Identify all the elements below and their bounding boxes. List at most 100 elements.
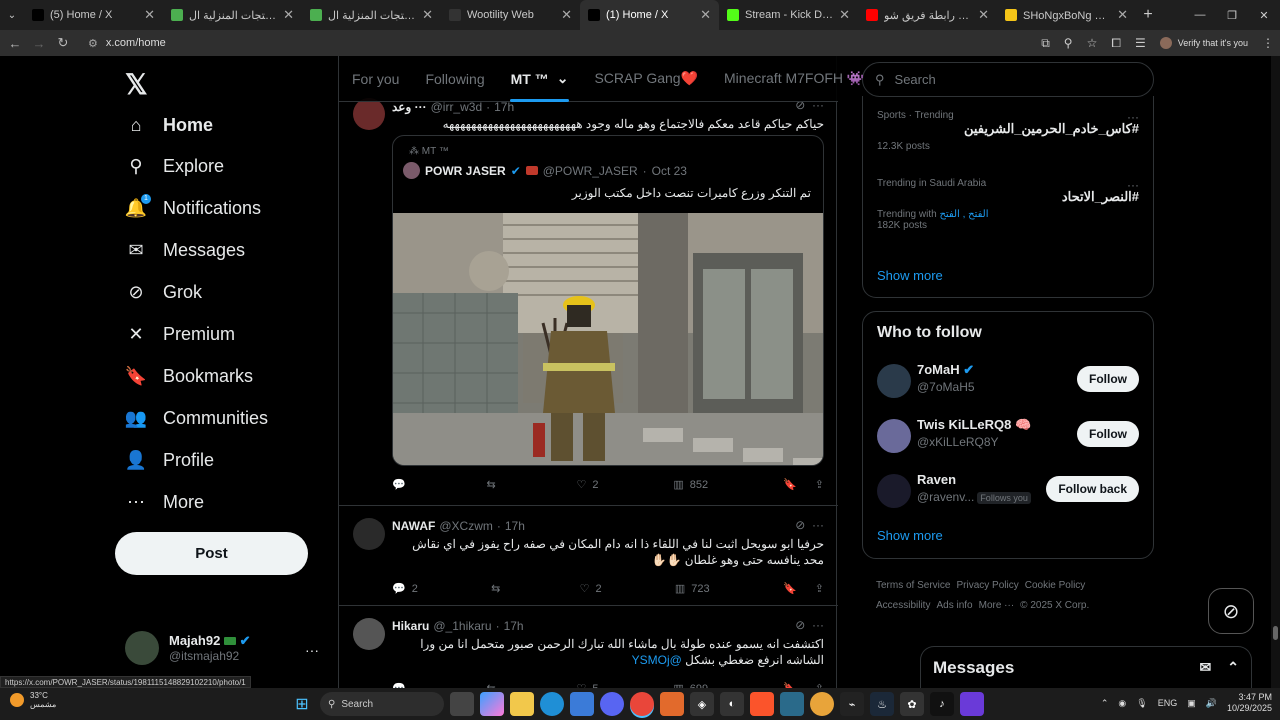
reply-button[interactable]: 💬 2	[392, 582, 418, 596]
browser-tab[interactable]: Stream - Kick Dashboard ✕	[719, 0, 858, 30]
footer-link[interactable]: Terms of Service	[876, 580, 950, 591]
footer-link[interactable]: © 2025 X Corp.	[1020, 600, 1089, 611]
volume-icon[interactable]: 🔊	[1206, 698, 1217, 709]
post-time[interactable]: 17h	[505, 519, 525, 533]
grok-icon[interactable]: ⊘	[795, 518, 805, 532]
browser-tab[interactable]: (1) Home / X ✕	[580, 0, 719, 30]
app-icon[interactable]	[810, 692, 834, 716]
quoted-post[interactable]: ⁂ MT ™ POWR JASER ✔ @POWR_JASER · Oct 23…	[392, 135, 824, 466]
browser-tab[interactable]: (5) Home / X ✕	[24, 0, 163, 30]
post-menu-icon[interactable]: ···	[812, 618, 824, 632]
like-button[interactable]: ♡ 2	[577, 478, 599, 492]
tray-chevron-icon[interactable]: ⌃	[1101, 698, 1109, 709]
new-message-icon[interactable]: ✉	[1200, 659, 1212, 676]
brave-icon[interactable]	[750, 692, 774, 716]
post-author-name[interactable]: NAWAF	[392, 519, 435, 533]
app-icon[interactable]: ◈	[690, 692, 714, 716]
expand-icon[interactable]: ⌃	[1227, 659, 1239, 676]
post-author-handle[interactable]: @_1hikaru	[433, 619, 491, 633]
reply-button[interactable]: 💬	[392, 478, 412, 491]
browser-tab[interactable]: اكتشف المنتجات المنزلية ال ✕	[302, 0, 441, 30]
sidebar-item-bookmarks[interactable]: 🔖 Bookmarks	[125, 365, 253, 387]
close-tab-icon[interactable]: ✕	[144, 7, 155, 23]
page-scrollbar[interactable]	[1271, 56, 1280, 688]
trend-item[interactable]: Sports · Trending #كاس_خادم_الحرمين_الشر…	[877, 110, 1139, 152]
sidebar-item-notifications[interactable]: 🔔 1 Notifications	[125, 193, 261, 220]
avatar[interactable]	[353, 98, 385, 130]
discord-icon[interactable]	[600, 692, 624, 716]
grok-fab-button[interactable]: ⊘	[1208, 588, 1254, 634]
post[interactable]: وعد ··· @irr_w3d · 17h ⊘ ··· حياكم حياكم…	[339, 92, 838, 506]
copilot-icon[interactable]	[480, 692, 504, 716]
follow-suggestion[interactable]: Twis KiLLeRQ8 🧠 @xKiLLeRQ8Y Follow	[877, 417, 1139, 457]
file-explorer-icon[interactable]	[510, 692, 534, 716]
avatar[interactable]	[877, 474, 911, 508]
views-button[interactable]: ▥ 852	[673, 478, 708, 492]
sidebar-item-communities[interactable]: 👥 Communities	[125, 407, 268, 429]
tab-active-list[interactable]: MT ™ ⌄	[498, 56, 582, 102]
new-tab-button[interactable]: +	[1136, 6, 1160, 24]
footer-link[interactable]: More ···	[979, 600, 1015, 611]
follow-suggestion[interactable]: Raven @ravenv... Follows you Follow back	[877, 472, 1139, 512]
app-icon[interactable]	[780, 692, 804, 716]
sidebar-item-more[interactable]: ⋯ More	[125, 491, 204, 513]
avatar[interactable]	[353, 618, 385, 650]
network-icon[interactable]: ▣	[1187, 698, 1196, 709]
app-icon[interactable]: ⌁	[840, 692, 864, 716]
back-button[interactable]: ←	[3, 36, 27, 51]
install-app-icon[interactable]: ⧉	[1041, 36, 1050, 51]
close-window-button[interactable]: ✕	[1248, 0, 1280, 30]
extensions-icon[interactable]: ⧠	[1111, 36, 1121, 51]
bookmark-star-icon[interactable]: ☆	[1087, 36, 1098, 50]
post-author-handle[interactable]: @irr_w3d	[431, 100, 483, 114]
tab-search-button[interactable]: ⌄	[0, 0, 24, 30]
site-info-icon[interactable]: ⚙	[88, 37, 98, 50]
store-icon[interactable]	[570, 692, 594, 716]
tab-timeline[interactable]: Following	[412, 56, 497, 102]
app-icon[interactable]	[660, 692, 684, 716]
zoom-icon[interactable]: ⚲	[1064, 36, 1073, 50]
reload-button[interactable]: ↻	[51, 35, 75, 51]
x-logo-icon[interactable]: 𝕏	[125, 68, 148, 101]
profile-button[interactable]: Verify that it's you	[1159, 37, 1248, 49]
forward-button[interactable]: →	[27, 36, 51, 51]
post-image[interactable]	[393, 213, 823, 465]
share-icon[interactable]: ⇪	[815, 582, 824, 595]
avatar[interactable]	[353, 518, 385, 550]
post-time[interactable]: 17h	[504, 619, 524, 633]
sidebar-item-profile[interactable]: 👤 Profile	[125, 449, 214, 471]
follow-button[interactable]: Follow	[1077, 366, 1139, 392]
close-tab-icon[interactable]: ✕	[700, 7, 711, 23]
avatar[interactable]	[877, 364, 911, 398]
bookmark-icon[interactable]: 🔖	[783, 582, 797, 595]
share-icon[interactable]: ⇪	[815, 478, 824, 491]
views-button[interactable]: ▥ 723	[675, 582, 710, 596]
post-button[interactable]: Post	[115, 532, 308, 575]
show-more-trends-link[interactable]: Show more	[877, 268, 943, 283]
trend-menu-icon[interactable]: ···	[1127, 110, 1139, 124]
url-field[interactable]: ⚙ x.com/home	[84, 32, 1004, 54]
footer-link[interactable]: Accessibility	[876, 600, 930, 611]
sidebar-item-premium[interactable]: ✕ Premium	[125, 324, 235, 346]
sidebar-item-grok[interactable]: ⊘ Grok	[125, 282, 202, 304]
footer-link[interactable]: Ads info	[936, 600, 972, 611]
close-tab-icon[interactable]: ✕	[422, 7, 433, 23]
chevron-down-icon[interactable]: ⌄	[557, 70, 569, 87]
browser-tab[interactable]: صرت قائد رابطة فريق شو ✕	[858, 0, 997, 30]
clock[interactable]: 3:47 PM 10/29/2025	[1227, 692, 1272, 714]
repost-button[interactable]: ⇆	[491, 582, 506, 595]
bookmark-icon[interactable]: 🔖	[783, 478, 797, 491]
taskbar-search[interactable]: ⚲ Search	[320, 692, 444, 716]
footer-link[interactable]: Cookie Policy	[1025, 580, 1086, 591]
messages-dock[interactable]: Messages ✉ ⌃	[920, 646, 1252, 688]
like-button[interactable]: ♡ 2	[580, 582, 602, 596]
microphone-icon[interactable]: 🎙	[1136, 698, 1147, 709]
app-icon[interactable]: ◐	[720, 692, 744, 716]
follow-button[interactable]: Follow back	[1046, 476, 1139, 502]
repost-button[interactable]: ⇆	[487, 478, 502, 491]
close-tab-icon[interactable]: ✕	[839, 7, 850, 23]
tab-timeline[interactable]: For you	[339, 56, 412, 102]
trend-with-links[interactable]: الفتح , الفتح	[939, 209, 988, 220]
tray-app-icon[interactable]: ◉	[1118, 698, 1126, 709]
sidebar-item-home[interactable]: ⌂ Home	[125, 114, 213, 136]
